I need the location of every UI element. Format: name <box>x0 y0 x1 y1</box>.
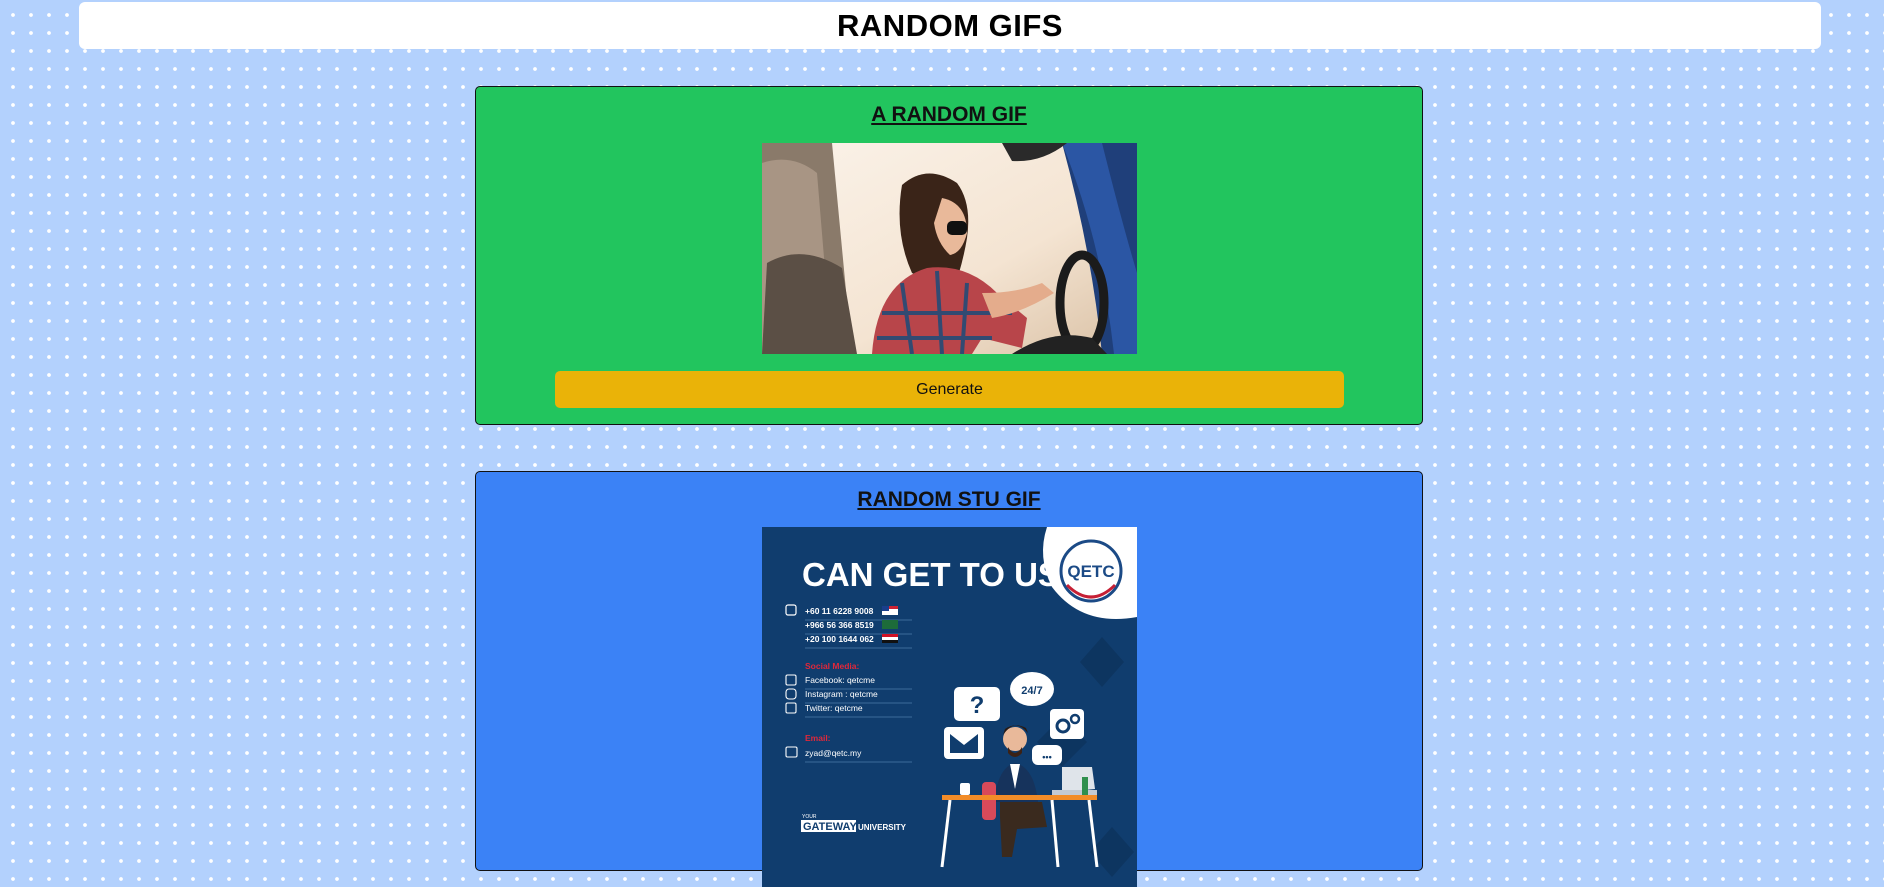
support-247-text: 24/7 <box>1021 685 1042 697</box>
poster-instagram: Instagram : qetcme <box>805 689 878 699</box>
poster-twitter: Twitter: qetcme <box>805 703 863 713</box>
random-stu-gif-image: QETC CAN GET TO US +60 11 6228 9008 +966… <box>762 527 1137 887</box>
page-title: RANDOM GIFS <box>837 7 1063 43</box>
qetc-logo-text: QETC <box>1067 562 1114 581</box>
chat-dots: ••• <box>1042 752 1051 762</box>
poster-social-heading: Social Media: <box>805 661 859 671</box>
poster-phone-3: +20 100 1644 062 <box>805 634 874 644</box>
laptop <box>1062 767 1095 792</box>
poster-phone-2: +966 56 366 8519 <box>805 620 874 630</box>
desk <box>942 795 1097 800</box>
gears-icon <box>1050 709 1084 739</box>
generate-button[interactable]: Generate <box>555 371 1344 408</box>
poster-facebook: Facebook: qetcme <box>805 675 875 685</box>
coffee-cup <box>960 783 970 795</box>
random-gif-image <box>762 143 1137 354</box>
poster-phone-1: +60 11 6228 9008 <box>805 606 874 616</box>
question-mark: ? <box>970 692 985 719</box>
random-gif-card: A RANDOM GIF Generate <box>475 86 1423 425</box>
poster-gateway: GATEWAY <box>803 821 857 833</box>
random-stu-gif-title: RANDOM STU GIF <box>857 488 1041 511</box>
poster-university: UNIVERSITY <box>858 823 907 832</box>
random-stu-gif-card: RANDOM STU GIF QETC CAN GET TO US +60 11… <box>475 471 1423 887</box>
poster-email: zyad@qetc.my <box>805 748 862 758</box>
random-gif-title: A RANDOM GIF <box>871 103 1027 126</box>
person-head <box>1003 727 1027 751</box>
poster-headline: CAN GET TO US <box>802 556 1060 593</box>
page-header: RANDOM GIFS <box>79 2 1821 49</box>
poster-email-heading: Email: <box>805 733 831 743</box>
poster-gateway-prefix: YOUR <box>802 814 817 820</box>
